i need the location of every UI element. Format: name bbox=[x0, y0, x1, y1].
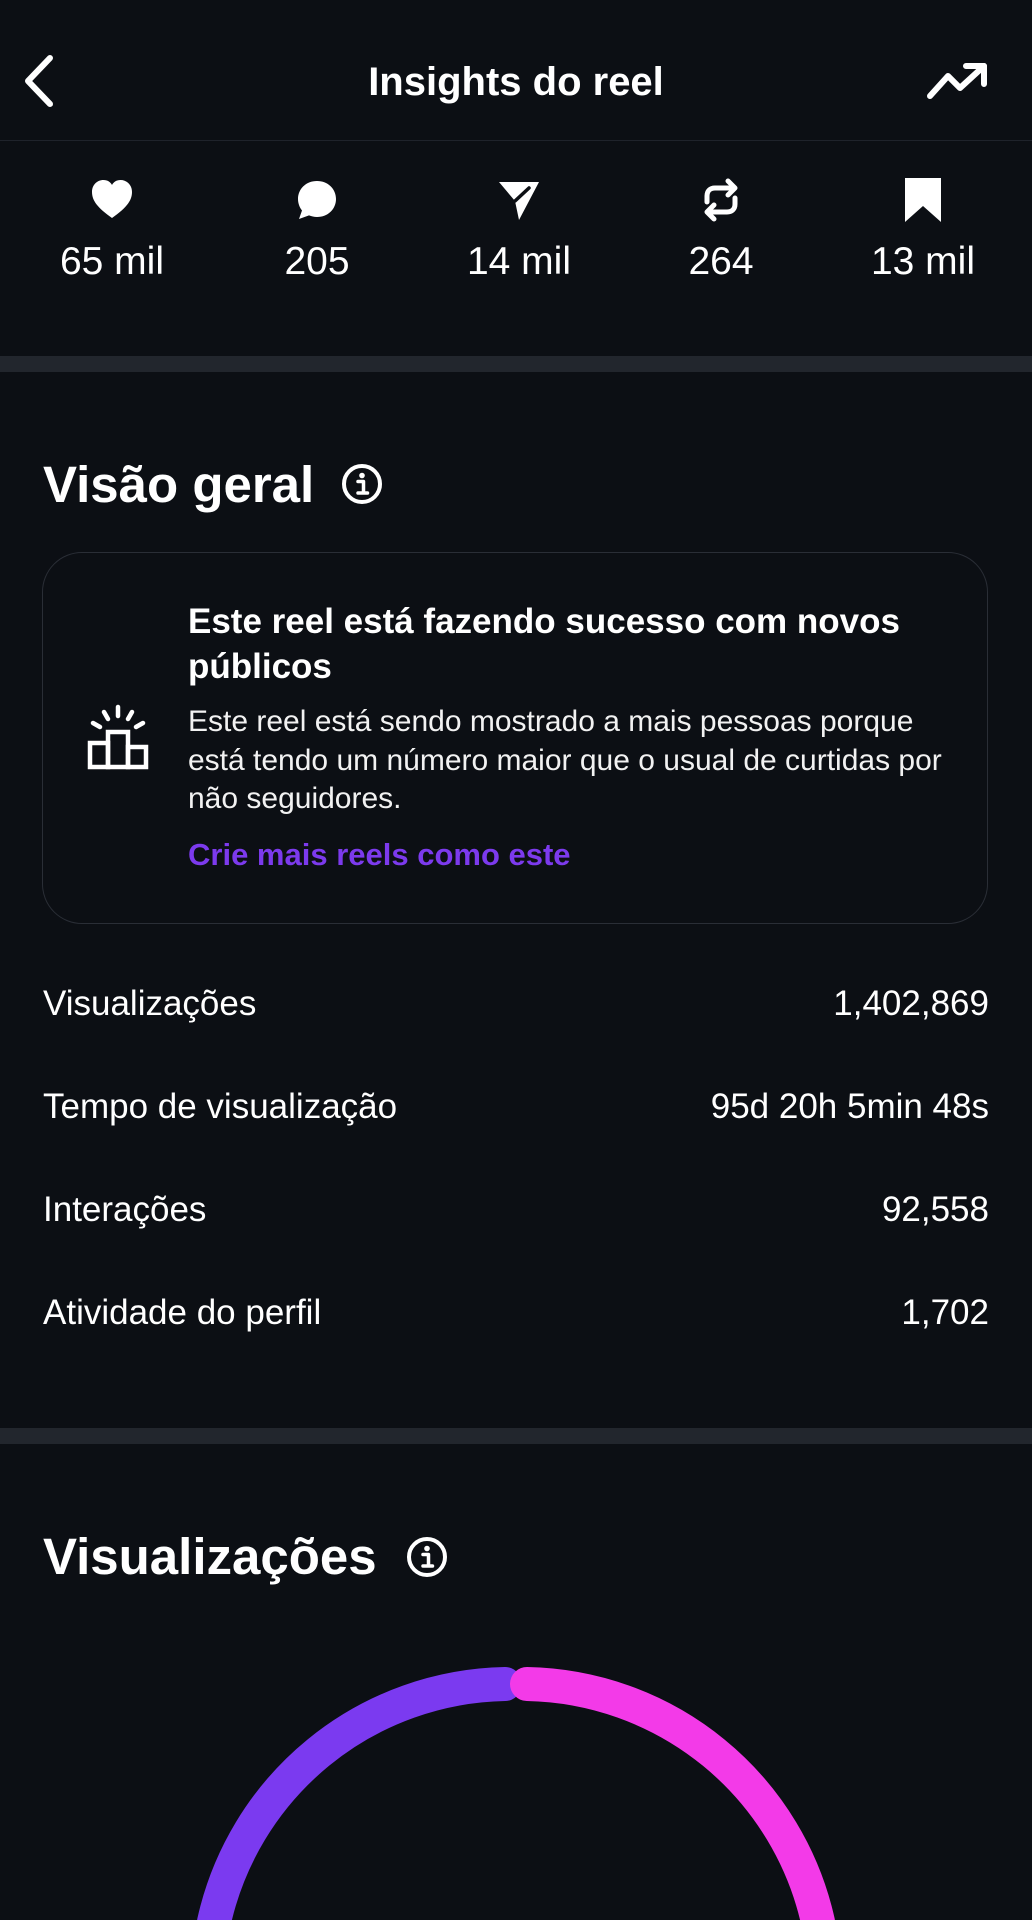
metric-value: 95d 20h 5min 48s bbox=[710, 1087, 989, 1126]
page-title: Insights do reel bbox=[368, 60, 664, 104]
metric-label: Atividade do perfil bbox=[43, 1293, 322, 1332]
trending-button[interactable] bbox=[922, 52, 992, 112]
stat-comments: 205 bbox=[217, 176, 417, 286]
stat-saves: 13 mil bbox=[823, 176, 1023, 286]
metric-label: Interações bbox=[43, 1190, 207, 1229]
comment-icon bbox=[298, 181, 336, 219]
engagement-stats: 65 mil 205 14 mil 264 13 mil bbox=[0, 176, 1032, 286]
metric-label: Tempo de visualização bbox=[43, 1087, 398, 1126]
stat-shares-value: 14 mil bbox=[466, 240, 572, 283]
views-donut-chart bbox=[197, 1667, 835, 1920]
metric-row-profile-activity: Atividade do perfil 1,702 bbox=[43, 1288, 989, 1338]
section-divider bbox=[0, 1428, 1032, 1444]
top-bar: Insights do reel bbox=[0, 0, 1032, 141]
create-more-reels-link[interactable]: Crie mais reels como este bbox=[188, 835, 571, 875]
stat-saves-value: 13 mil bbox=[870, 240, 976, 283]
metric-row-interactions: Interações 92,558 bbox=[43, 1185, 989, 1235]
repost-icon bbox=[704, 178, 738, 222]
metric-row-watch-time: Tempo de visualização 95d 20h 5min 48s bbox=[43, 1082, 989, 1132]
metric-row-views: Visualizações 1,402,869 bbox=[43, 979, 989, 1029]
section-divider bbox=[0, 356, 1032, 372]
insight-card-body: Este reel está sendo mostrado a mais pes… bbox=[188, 705, 942, 815]
metric-value: 92,558 bbox=[881, 1190, 989, 1229]
info-icon bbox=[407, 1537, 447, 1577]
metric-value: 1,402,869 bbox=[833, 984, 989, 1023]
insight-card-title: Este reel está fazendo sucesso com novos… bbox=[188, 602, 900, 686]
metric-value: 1,702 bbox=[901, 1293, 989, 1332]
podium-spotlight-icon bbox=[87, 704, 149, 770]
stat-reposts: 264 bbox=[621, 176, 821, 286]
stat-likes: 65 mil bbox=[12, 176, 212, 286]
bookmark-icon bbox=[905, 178, 941, 222]
donut-segment-followers bbox=[197, 1667, 522, 1920]
stat-comments-value: 205 bbox=[284, 240, 350, 283]
overview-title: Visão geral bbox=[43, 456, 315, 513]
insight-card: Este reel está fazendo sucesso com novos… bbox=[42, 552, 988, 924]
overview-info-button[interactable] bbox=[340, 462, 384, 506]
info-icon bbox=[342, 464, 382, 504]
heart-icon bbox=[92, 180, 132, 218]
stat-shares: 14 mil bbox=[419, 176, 619, 286]
trending-up-icon bbox=[927, 63, 987, 99]
stat-likes-value: 65 mil bbox=[59, 240, 165, 283]
views-info-button[interactable] bbox=[405, 1535, 449, 1579]
share-icon bbox=[499, 182, 539, 220]
donut-segment-non-followers bbox=[510, 1667, 835, 1920]
views-title: Visualizações bbox=[43, 1528, 377, 1585]
metric-label: Visualizações bbox=[43, 984, 257, 1023]
stat-reposts-value: 264 bbox=[688, 240, 754, 283]
